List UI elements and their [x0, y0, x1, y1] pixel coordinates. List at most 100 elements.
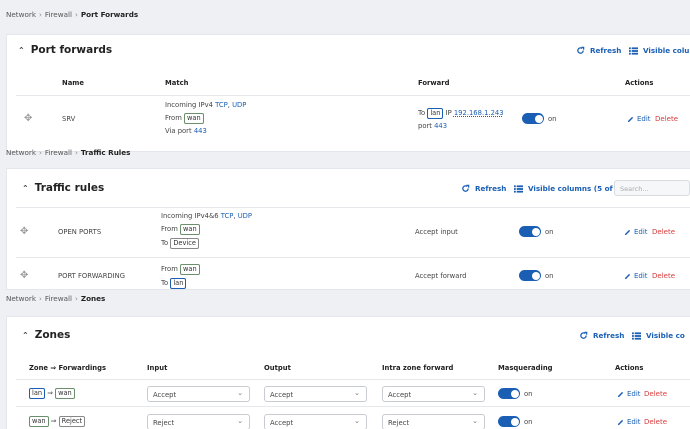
rule-action: Accept forward — [415, 272, 467, 280]
via-port-value: 443 — [193, 127, 207, 135]
zones-title-text: Zones — [34, 329, 71, 341]
intra-zone-select[interactable]: Accept ⌄ — [382, 386, 485, 402]
input-select[interactable]: Accept ⌄ — [147, 386, 250, 402]
refresh-button[interactable]: Refresh — [579, 331, 624, 340]
chevron-down-icon: ⌄ — [472, 389, 478, 397]
match-family: Incoming IPv4&6 — [161, 212, 219, 220]
breadcrumb-separator: › — [75, 148, 78, 157]
edit-button[interactable]: Edit — [617, 390, 641, 398]
delete-button[interactable]: Delete — [652, 272, 675, 280]
search-input[interactable]: Search... — [614, 180, 690, 196]
match-from: From wan — [161, 224, 200, 235]
protocol-udp: UDP — [237, 212, 252, 220]
forward-destination: To lan IP 192.168.1.243 — [418, 108, 504, 119]
toggle-label: on — [545, 228, 554, 236]
drag-handle-icon[interactable]: ✥ — [20, 271, 28, 281]
delete-button[interactable]: Delete — [644, 390, 667, 398]
columns-icon — [629, 46, 638, 55]
match-via-port: Via port 443 — [165, 126, 207, 137]
input-select[interactable]: Reject ⌄ — [147, 414, 250, 429]
breadcrumb: Network › Firewall › Traffic Rules — [6, 148, 130, 157]
enable-toggle[interactable] — [519, 226, 541, 237]
drag-handle-icon[interactable]: ✥ — [20, 227, 28, 237]
masquerading-toggle[interactable] — [498, 388, 520, 399]
refresh-icon — [462, 184, 470, 192]
traffic-rules-title[interactable]: ⌃ Traffic rules — [22, 182, 104, 194]
input-select-value: Accept — [153, 391, 177, 399]
intra-zone-select[interactable]: Reject ⌄ — [382, 414, 485, 429]
visible-columns-button[interactable]: Visible columns (5 of 5) — [514, 184, 623, 193]
breadcrumb-network[interactable]: Network — [6, 148, 36, 157]
enable-toggle[interactable] — [519, 270, 541, 281]
output-select[interactable]: Accept ⌄ — [264, 414, 367, 429]
delete-button[interactable]: Delete — [655, 115, 678, 123]
edit-button[interactable]: Edit — [624, 228, 648, 236]
column-header-name: Name — [62, 79, 84, 87]
output-select[interactable]: Accept ⌄ — [264, 386, 367, 402]
rule-name: SRV — [62, 115, 76, 123]
pencil-icon — [624, 229, 631, 235]
zone-tag-reject: Reject — [58, 416, 86, 427]
visible-columns-button[interactable]: Visible co — [632, 331, 685, 340]
breadcrumb-firewall[interactable]: Firewall — [45, 294, 72, 303]
refresh-button[interactable]: Refresh — [576, 46, 621, 55]
visible-columns-label: Visible colun — [643, 46, 690, 55]
refresh-button-label: Refresh — [475, 184, 507, 193]
divider — [16, 257, 690, 258]
edit-button-label: Edit — [627, 390, 641, 398]
zone-tag-wan: wan — [55, 388, 75, 399]
chevron-down-icon: ⌄ — [237, 417, 243, 425]
breadcrumb-network[interactable]: Network — [6, 10, 36, 19]
zones-title[interactable]: ⌃ Zones — [22, 329, 70, 341]
column-header-match: Match — [165, 79, 189, 87]
divider — [16, 379, 690, 380]
port-label: port — [418, 122, 432, 130]
visible-columns-label: Visible columns (5 of 5) — [528, 184, 624, 193]
chevron-down-icon: ⌄ — [354, 389, 360, 397]
arrow-icon: ⇒ — [50, 417, 57, 425]
match-protocol: Incoming IPv4 TCP, UDP — [165, 101, 247, 109]
column-header-actions: Actions — [625, 79, 654, 87]
ip-address-link[interactable]: 192.168.1.243 — [454, 109, 504, 117]
chevron-up-icon[interactable]: ⌃ — [18, 46, 25, 55]
from-label: From — [161, 225, 178, 233]
delete-button[interactable]: Delete — [652, 228, 675, 236]
breadcrumb-firewall[interactable]: Firewall — [45, 10, 72, 19]
from-label: From — [161, 265, 178, 273]
visible-columns-label: Visible co — [646, 331, 685, 340]
output-select-value: Accept — [270, 391, 294, 399]
breadcrumb-separator: › — [39, 10, 42, 19]
edit-button[interactable]: Edit — [627, 115, 651, 123]
enable-toggle[interactable] — [522, 113, 544, 124]
breadcrumb-firewall[interactable]: Firewall — [45, 148, 72, 157]
column-header-output: Output — [264, 364, 291, 372]
zone-tag-lan: lan — [29, 388, 46, 399]
chevron-up-icon[interactable]: ⌃ — [22, 331, 29, 340]
refresh-button[interactable]: Refresh — [461, 184, 506, 193]
masquerading-toggle[interactable] — [498, 416, 520, 427]
to-label: To — [161, 239, 169, 247]
breadcrumb-network[interactable]: Network — [6, 294, 36, 303]
column-header-input: Input — [147, 364, 168, 372]
drag-handle-icon[interactable]: ✥ — [24, 114, 32, 124]
delete-button[interactable]: Delete — [644, 418, 667, 426]
visible-columns-button[interactable]: Visible colun — [629, 46, 690, 55]
chevron-down-icon: ⌄ — [472, 417, 478, 425]
port-forwards-title[interactable]: ⌃ Port forwards — [18, 44, 112, 56]
edit-button[interactable]: Edit — [617, 418, 641, 426]
edit-button[interactable]: Edit — [624, 272, 648, 280]
breadcrumb: Network › Firewall › Port Forwards — [6, 10, 138, 19]
refresh-button-label: Refresh — [590, 46, 622, 55]
toggle-label: on — [545, 272, 554, 280]
rule-name: OPEN PORTS — [58, 228, 102, 236]
port-value: 443 — [434, 122, 448, 130]
chevron-down-icon: ⌄ — [237, 389, 243, 397]
match-family: Incoming IPv4 — [165, 101, 213, 109]
chevron-down-icon: ⌄ — [354, 417, 360, 425]
breadcrumb-separator: › — [75, 294, 78, 303]
column-header-masquerading: Masquerading — [498, 364, 553, 372]
zone-tag-wan: wan — [184, 113, 204, 124]
pencil-icon — [627, 116, 634, 122]
port-forwards-title-text: Port forwards — [30, 44, 113, 56]
chevron-up-icon[interactable]: ⌃ — [22, 184, 29, 193]
